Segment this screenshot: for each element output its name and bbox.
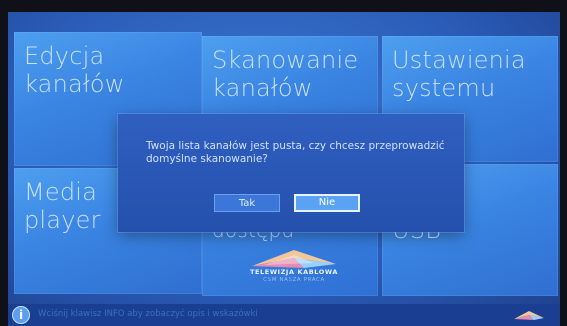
status-logo-icon	[514, 311, 544, 320]
no-button[interactable]: Nie	[294, 194, 360, 212]
tile-channel-edit-label: Edycja kanałów	[24, 42, 125, 98]
tv-screen: Edycja kanałów Skanowanie kanałów Ustawi…	[8, 12, 560, 326]
tile-system-settings-label: Ustawienia systemu	[392, 46, 526, 102]
status-hint: Wciśnij klawisz INFO aby zobaczyć opis i…	[38, 309, 258, 319]
status-bar: i Wciśnij klawisz INFO aby zobaczyć opis…	[8, 304, 560, 326]
logo-line1: TELEWIZJA KABLOWA	[249, 268, 339, 276]
operator-logo: TELEWIZJA KABLOWA CSM NASZA PRACA	[244, 246, 344, 292]
tile-media-player-label: Media player	[24, 178, 101, 234]
info-icon: i	[12, 306, 30, 324]
operator-logo-icon	[252, 250, 336, 268]
logo-line2: CSM NASZA PRACA	[263, 277, 325, 283]
yes-button[interactable]: Tak	[214, 194, 280, 212]
tile-channel-scan-label: Skanowanie kanałów	[212, 46, 359, 102]
empty-channel-list-dialog: Twoja lista kanałów jest pusta, czy chce…	[118, 114, 464, 232]
dialog-message: Twoja lista kanałów jest pusta, czy chce…	[146, 140, 445, 165]
